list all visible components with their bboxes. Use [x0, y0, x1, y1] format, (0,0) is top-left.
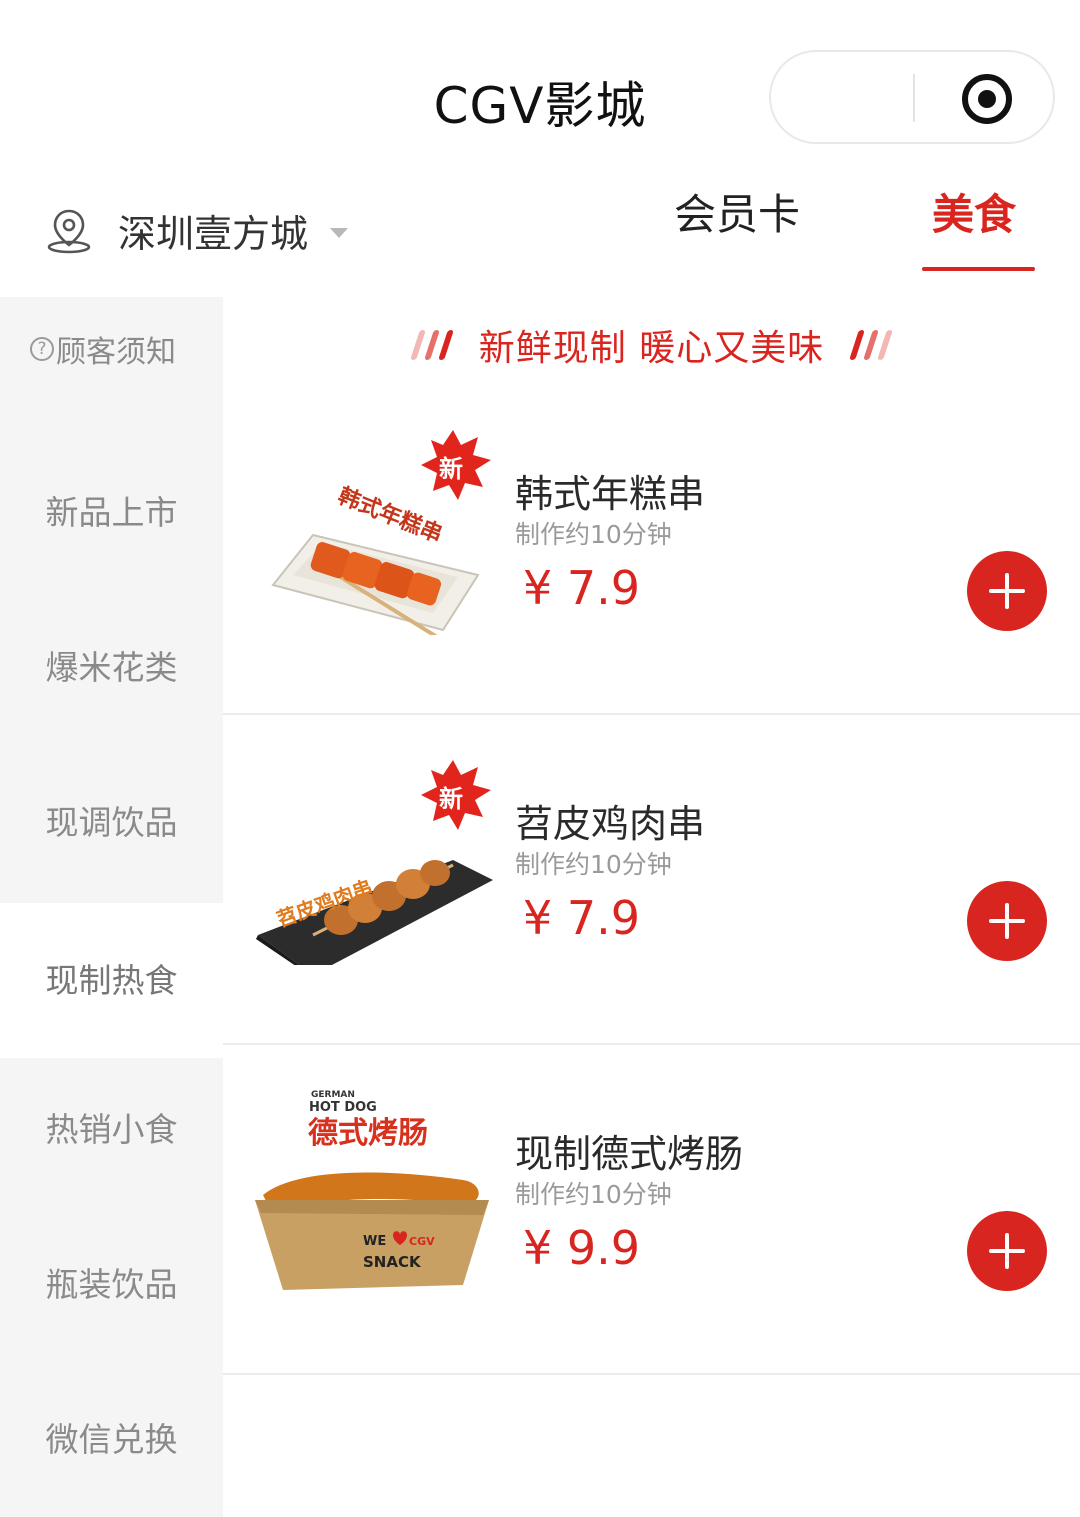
product-card[interactable]: GERMAN HOT DOG 德式烤肠 WE CGV SNACK 现制德式烤肠 … — [223, 1045, 1080, 1375]
sidebar-item-new-arrivals[interactable]: 新品上市 — [0, 435, 223, 590]
image-subtext: GERMAN — [311, 1090, 355, 1100]
mini-program-capsule — [769, 50, 1055, 144]
active-tab-indicator — [922, 267, 1035, 271]
more-menu-button[interactable] — [771, 52, 913, 142]
prep-time: 制作约10分钟 — [515, 520, 672, 549]
hot-dog-image: GERMAN HOT DOG 德式烤肠 WE CGV SNACK — [255, 1090, 489, 1290]
capsule-divider — [913, 74, 915, 122]
product-price: ¥ 7.9 — [523, 561, 641, 615]
sidebar-item-popcorn[interactable]: 爆米花类 — [0, 590, 223, 745]
question-icon: ? — [30, 337, 54, 361]
decorative-slashes-right — [849, 330, 894, 360]
image-caption: 德式烤肠 — [308, 1116, 428, 1151]
category-sidebar: ? 顾客须知 新品上市 爆米花类 现调饮品 现制热食 热销小食 瓶装饮品 微信兑… — [0, 297, 223, 1517]
add-to-cart-button[interactable] — [967, 551, 1047, 631]
image-box-text: CGV — [409, 1235, 435, 1248]
chicken-skewer-image: 苕皮鸡肉串 新 — [256, 760, 493, 965]
product-card[interactable]: 苕皮鸡肉串 新 苕皮鸡肉串 制作约10分钟 ¥ 7.9 — [223, 715, 1080, 1045]
sidebar-item-bottled-drinks[interactable]: 瓶装饮品 — [0, 1207, 223, 1362]
decorative-slashes-left — [409, 330, 454, 360]
banner-text: 新鲜现制 暖心又美味 — [478, 328, 825, 369]
prep-time: 制作约10分钟 — [515, 1180, 672, 1209]
sidebar-item-hot-food[interactable]: 现制热食 — [0, 903, 223, 1058]
new-badge: 新 — [439, 785, 463, 813]
location-pin-icon — [47, 209, 91, 254]
sidebar-item-wechat-redeem[interactable]: 微信兑换 — [0, 1362, 223, 1517]
product-name: 苕皮鸡肉串 — [515, 802, 706, 846]
product-name: 现制德式烤肠 — [515, 1132, 744, 1176]
divider — [223, 1373, 1080, 1375]
image-box-text: SNACK — [363, 1253, 422, 1271]
add-to-cart-button[interactable] — [967, 1211, 1047, 1291]
image-caption: 韩式年糕串 — [334, 483, 446, 548]
rice-cake-skewer-image: 韩式年糕串 新 — [271, 430, 491, 635]
top-bar: CGV影城 — [0, 0, 1080, 170]
location-selector[interactable]: 深圳壹方城 — [44, 200, 349, 260]
new-badge: 新 — [439, 455, 463, 483]
chevron-down-icon — [330, 228, 349, 238]
promo-banner: 新鲜现制 暖心又美味 — [223, 310, 1080, 380]
sidebar-item-mixed-drinks[interactable]: 现调饮品 — [0, 745, 223, 900]
close-target-icon[interactable] — [962, 74, 1012, 124]
customer-notice-label: 顾客须知 — [56, 335, 176, 370]
product-name: 韩式年糕串 — [515, 472, 706, 516]
tab-membership-card[interactable]: 会员卡 — [674, 180, 800, 250]
tab-food[interactable]: 美食 — [932, 180, 1016, 250]
customer-notice-link[interactable]: ? 顾客须知 — [30, 327, 176, 371]
product-price: ¥ 7.9 — [523, 891, 641, 945]
product-card[interactable]: 韩式年糕串 新 韩式年糕串 制作约10分钟 ¥ 7.9 — [223, 385, 1080, 715]
image-subtext: HOT DOG — [309, 1100, 377, 1115]
prep-time: 制作约10分钟 — [515, 850, 672, 879]
location-name: 深圳壹方城 — [118, 211, 309, 256]
product-price: ¥ 9.9 — [523, 1221, 641, 1275]
add-to-cart-button[interactable] — [967, 881, 1047, 961]
image-box-text: WE — [363, 1234, 386, 1249]
sidebar-item-snacks[interactable]: 热销小食 — [0, 1052, 223, 1207]
